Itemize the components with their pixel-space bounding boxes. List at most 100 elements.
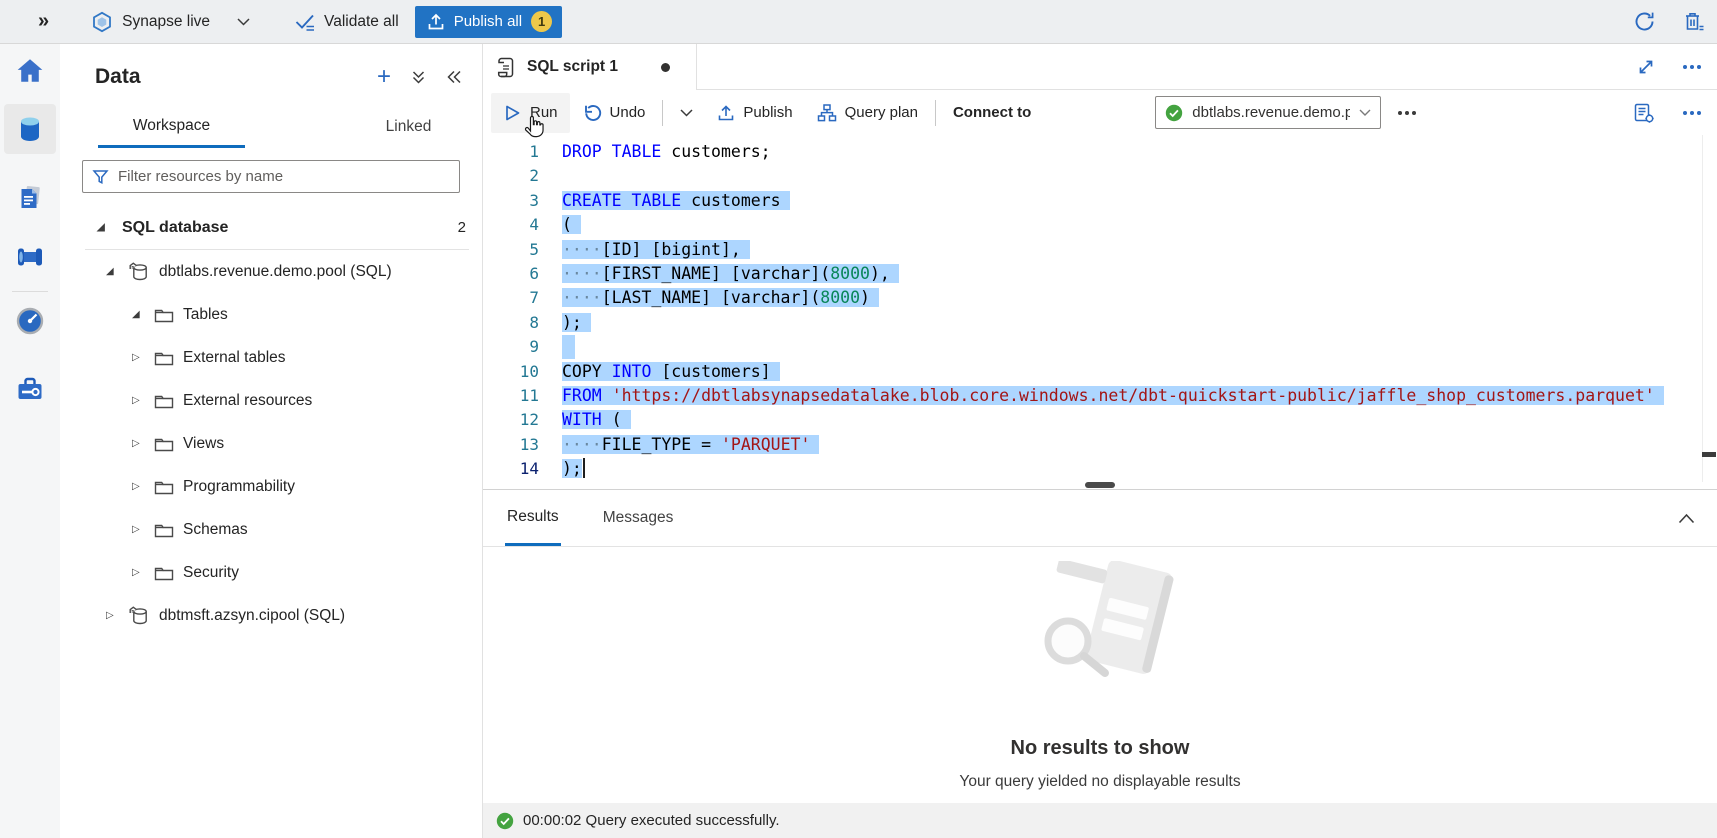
collapsed-caret-icon[interactable]: ▷: [132, 567, 148, 578]
tree-item-schemas[interactable]: ▷ Schemas: [60, 508, 482, 551]
line-number: 5: [483, 238, 539, 262]
editor-more-options-icon[interactable]: [1683, 65, 1701, 69]
nav-data-icon[interactable]: [4, 104, 56, 154]
scrollbar-thumb[interactable]: [1702, 452, 1716, 457]
collapse-all-icon[interactable]: [411, 70, 426, 85]
tab-messages[interactable]: Messages: [601, 490, 676, 546]
filter-resources-input[interactable]: [118, 168, 450, 185]
pool-selector-value: dbtlabs.revenue.demo.pool: [1192, 104, 1350, 121]
undo-button[interactable]: Undo: [570, 93, 658, 133]
code-line-12[interactable]: 12WITH (: [483, 408, 1717, 432]
tree-item-dbtmsft-azsyn-cipool-sql[interactable]: ▷ dbtmsft.azsyn.cipool (SQL): [60, 594, 482, 637]
tree-item-label: Security: [183, 564, 239, 582]
run-button[interactable]: Run: [491, 93, 570, 133]
tree-item-count: 2: [458, 219, 466, 236]
refresh-icon[interactable]: [1633, 10, 1656, 33]
discard-trash-icon[interactable]: [1682, 10, 1705, 33]
line-number: 8: [483, 311, 539, 335]
pool-selector-dropdown[interactable]: dbtlabs.revenue.demo.pool: [1155, 96, 1381, 129]
code-line-7[interactable]: 7····[LAST_NAME] [varchar](8000): [483, 286, 1717, 310]
chevron-down-icon: [1359, 109, 1371, 117]
code-line-5[interactable]: 5····[ID] [bigint],: [483, 238, 1717, 262]
tree-item-dbtlabs-revenue-demo-pool-sql[interactable]: ◢ dbtlabs.revenue.demo.pool (SQL): [60, 250, 482, 293]
panel-splitter[interactable]: [483, 482, 1717, 490]
collapsed-caret-icon[interactable]: ▷: [132, 352, 148, 363]
tree-item-label: External tables: [183, 349, 286, 367]
main-layout: Data + Workspace Linked: [0, 44, 1717, 838]
tree-item-programmability[interactable]: ▷ Programmability: [60, 465, 482, 508]
publish-all-label: Publish all: [454, 13, 522, 30]
collapsed-caret-icon[interactable]: ▷: [106, 610, 122, 621]
line-number: 7: [483, 286, 539, 310]
tree-item-external-tables[interactable]: ▷ External tables: [60, 336, 482, 379]
collapse-panel-icon[interactable]: [446, 70, 462, 84]
empty-results-state: No results to show Your query yielded no…: [483, 547, 1717, 803]
success-check-icon: [496, 812, 514, 830]
tab-sql-script-1[interactable]: SQL script 1: [483, 44, 697, 90]
code-line-3[interactable]: 3CREATE TABLE customers: [483, 189, 1717, 213]
collapsed-caret-icon[interactable]: ▷: [132, 524, 148, 535]
tree-item-label: Tables: [183, 306, 228, 324]
collapsed-caret-icon[interactable]: ▷: [132, 438, 148, 449]
collapsed-caret-icon[interactable]: ▷: [132, 395, 148, 406]
environment-switcher[interactable]: Synapse live: [91, 11, 250, 33]
code-line-14[interactable]: 14);: [483, 457, 1717, 481]
add-resource-button[interactable]: +: [377, 65, 391, 89]
sql-pool-icon: [128, 261, 150, 282]
code-line-13[interactable]: 13····FILE_TYPE = 'PARQUET': [483, 433, 1717, 457]
code-line-6[interactable]: 6····[FIRST_NAME] [varchar](8000),: [483, 262, 1717, 286]
line-number: 1: [483, 140, 539, 164]
tab-results[interactable]: Results: [505, 490, 561, 546]
publish-all-button[interactable]: Publish all 1: [415, 6, 562, 38]
expanded-caret-icon[interactable]: ◢: [97, 222, 113, 233]
expand-editor-icon[interactable]: [1637, 58, 1655, 76]
collapsed-caret-icon[interactable]: ▷: [132, 481, 148, 492]
query-plan-button[interactable]: Query plan: [805, 93, 930, 133]
line-number: 2: [483, 164, 539, 188]
script-tab-title: SQL script 1: [527, 58, 618, 76]
tree-item-tables[interactable]: ◢ Tables: [60, 293, 482, 336]
nav-home-icon[interactable]: [4, 46, 56, 96]
code-line-10[interactable]: 10COPY INTO [customers]: [483, 360, 1717, 384]
chevron-down-icon[interactable]: [237, 18, 250, 26]
tree-item-external-resources[interactable]: ▷ External resources: [60, 379, 482, 422]
result-settings-icon[interactable]: [1633, 102, 1655, 124]
tab-linked[interactable]: Linked: [335, 106, 482, 148]
tree-item-sql-database[interactable]: ◢SQL database2: [60, 206, 482, 249]
filter-box: [82, 160, 460, 193]
publish-button[interactable]: Publish: [705, 93, 804, 133]
expanded-caret-icon[interactable]: ◢: [106, 266, 122, 277]
nav-manage-icon[interactable]: [4, 364, 56, 414]
sql-pool-icon: [128, 605, 150, 626]
results-panel: Results Messages: [483, 490, 1717, 803]
tree-item-views[interactable]: ▷ Views: [60, 422, 482, 465]
more-commands-icon[interactable]: [1398, 111, 1416, 115]
code-line-1[interactable]: 1DROP TABLE customers;: [483, 140, 1717, 164]
splitter-handle[interactable]: [1085, 482, 1115, 488]
tab-workspace[interactable]: Workspace: [98, 106, 245, 148]
data-panel-header: Data +: [60, 50, 482, 104]
run-options-chevron[interactable]: [668, 93, 705, 133]
line-number: 10: [483, 360, 539, 384]
editor-scrollbar[interactable]: [1702, 135, 1717, 482]
code-line-4[interactable]: 4(: [483, 213, 1717, 237]
tree-item-label: dbtmsft.azsyn.cipool (SQL): [159, 607, 345, 625]
expand-menu-icon[interactable]: »: [38, 10, 49, 33]
code-line-11[interactable]: 11FROM 'https://dbtlabsynapsedatalake.bl…: [483, 384, 1717, 408]
nav-monitor-icon[interactable]: [4, 296, 56, 346]
expanded-caret-icon[interactable]: ◢: [132, 309, 148, 320]
code-line-8[interactable]: 8);: [483, 311, 1717, 335]
validate-all-button[interactable]: Validate all: [294, 11, 399, 33]
tree-item-security[interactable]: ▷ Security: [60, 551, 482, 594]
nav-develop-icon[interactable]: [4, 172, 56, 222]
collapse-results-icon[interactable]: [1678, 490, 1717, 546]
tree-item-label: External resources: [183, 392, 312, 410]
code-line-9[interactable]: 9: [483, 335, 1717, 359]
line-number: 14: [483, 457, 539, 481]
tree-item-label: Schemas: [183, 521, 248, 539]
top-bar-right-actions: [1633, 10, 1705, 33]
code-line-2[interactable]: 2: [483, 164, 1717, 188]
nav-integrate-icon[interactable]: [4, 232, 56, 282]
sql-code-editor[interactable]: 1DROP TABLE customers;23CREATE TABLE cus…: [483, 135, 1717, 482]
toolbar-more-icon[interactable]: [1683, 111, 1701, 115]
